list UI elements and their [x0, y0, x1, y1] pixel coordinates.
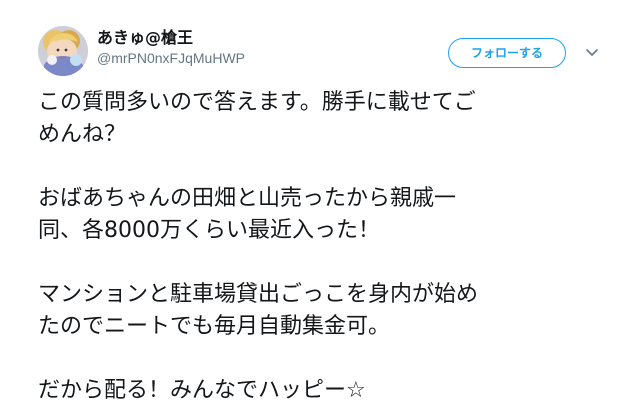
- avatar[interactable]: [38, 26, 88, 76]
- author-display-name[interactable]: あきゅ@槍王: [97, 28, 377, 48]
- tweet-card: あきゅ@槍王 @mrPN0nxFJqMuHWP フォローする この質問多いので答…: [0, 0, 637, 420]
- tweet-text-line: たのでニートでも毎月自動集金可。: [38, 314, 391, 339]
- more-options-button[interactable]: [582, 44, 602, 62]
- tweet-text-line: だから配る！みんなでハッピー☆: [38, 378, 366, 403]
- author-info[interactable]: あきゅ@槍王 @mrPN0nxFJqMuHWP: [97, 28, 377, 67]
- follow-button[interactable]: フォローする: [448, 38, 566, 68]
- author-handle[interactable]: @mrPN0nxFJqMuHWP: [97, 49, 377, 67]
- tweet-text-line: おばあちゃんの田畑と山売ったから親戚一: [38, 186, 457, 211]
- tweet-text-line: この質問多いので答えます。勝手に載せてご: [38, 90, 476, 115]
- tweet-header: あきゅ@槍王 @mrPN0nxFJqMuHWP フォローする: [38, 26, 608, 82]
- tweet-text-line: 同、各8000万くらい最近入った！: [38, 218, 380, 243]
- tweet-text-line: マンションと駐車場貸出ごっこを身内が始め: [38, 282, 479, 307]
- tweet-text: この質問多いので答えます。勝手に載せてご めんね？ おばあちゃんの田畑と山売った…: [38, 87, 613, 407]
- chevron-down-icon: [586, 49, 598, 56]
- tweet-text-line: めんね？: [38, 122, 127, 147]
